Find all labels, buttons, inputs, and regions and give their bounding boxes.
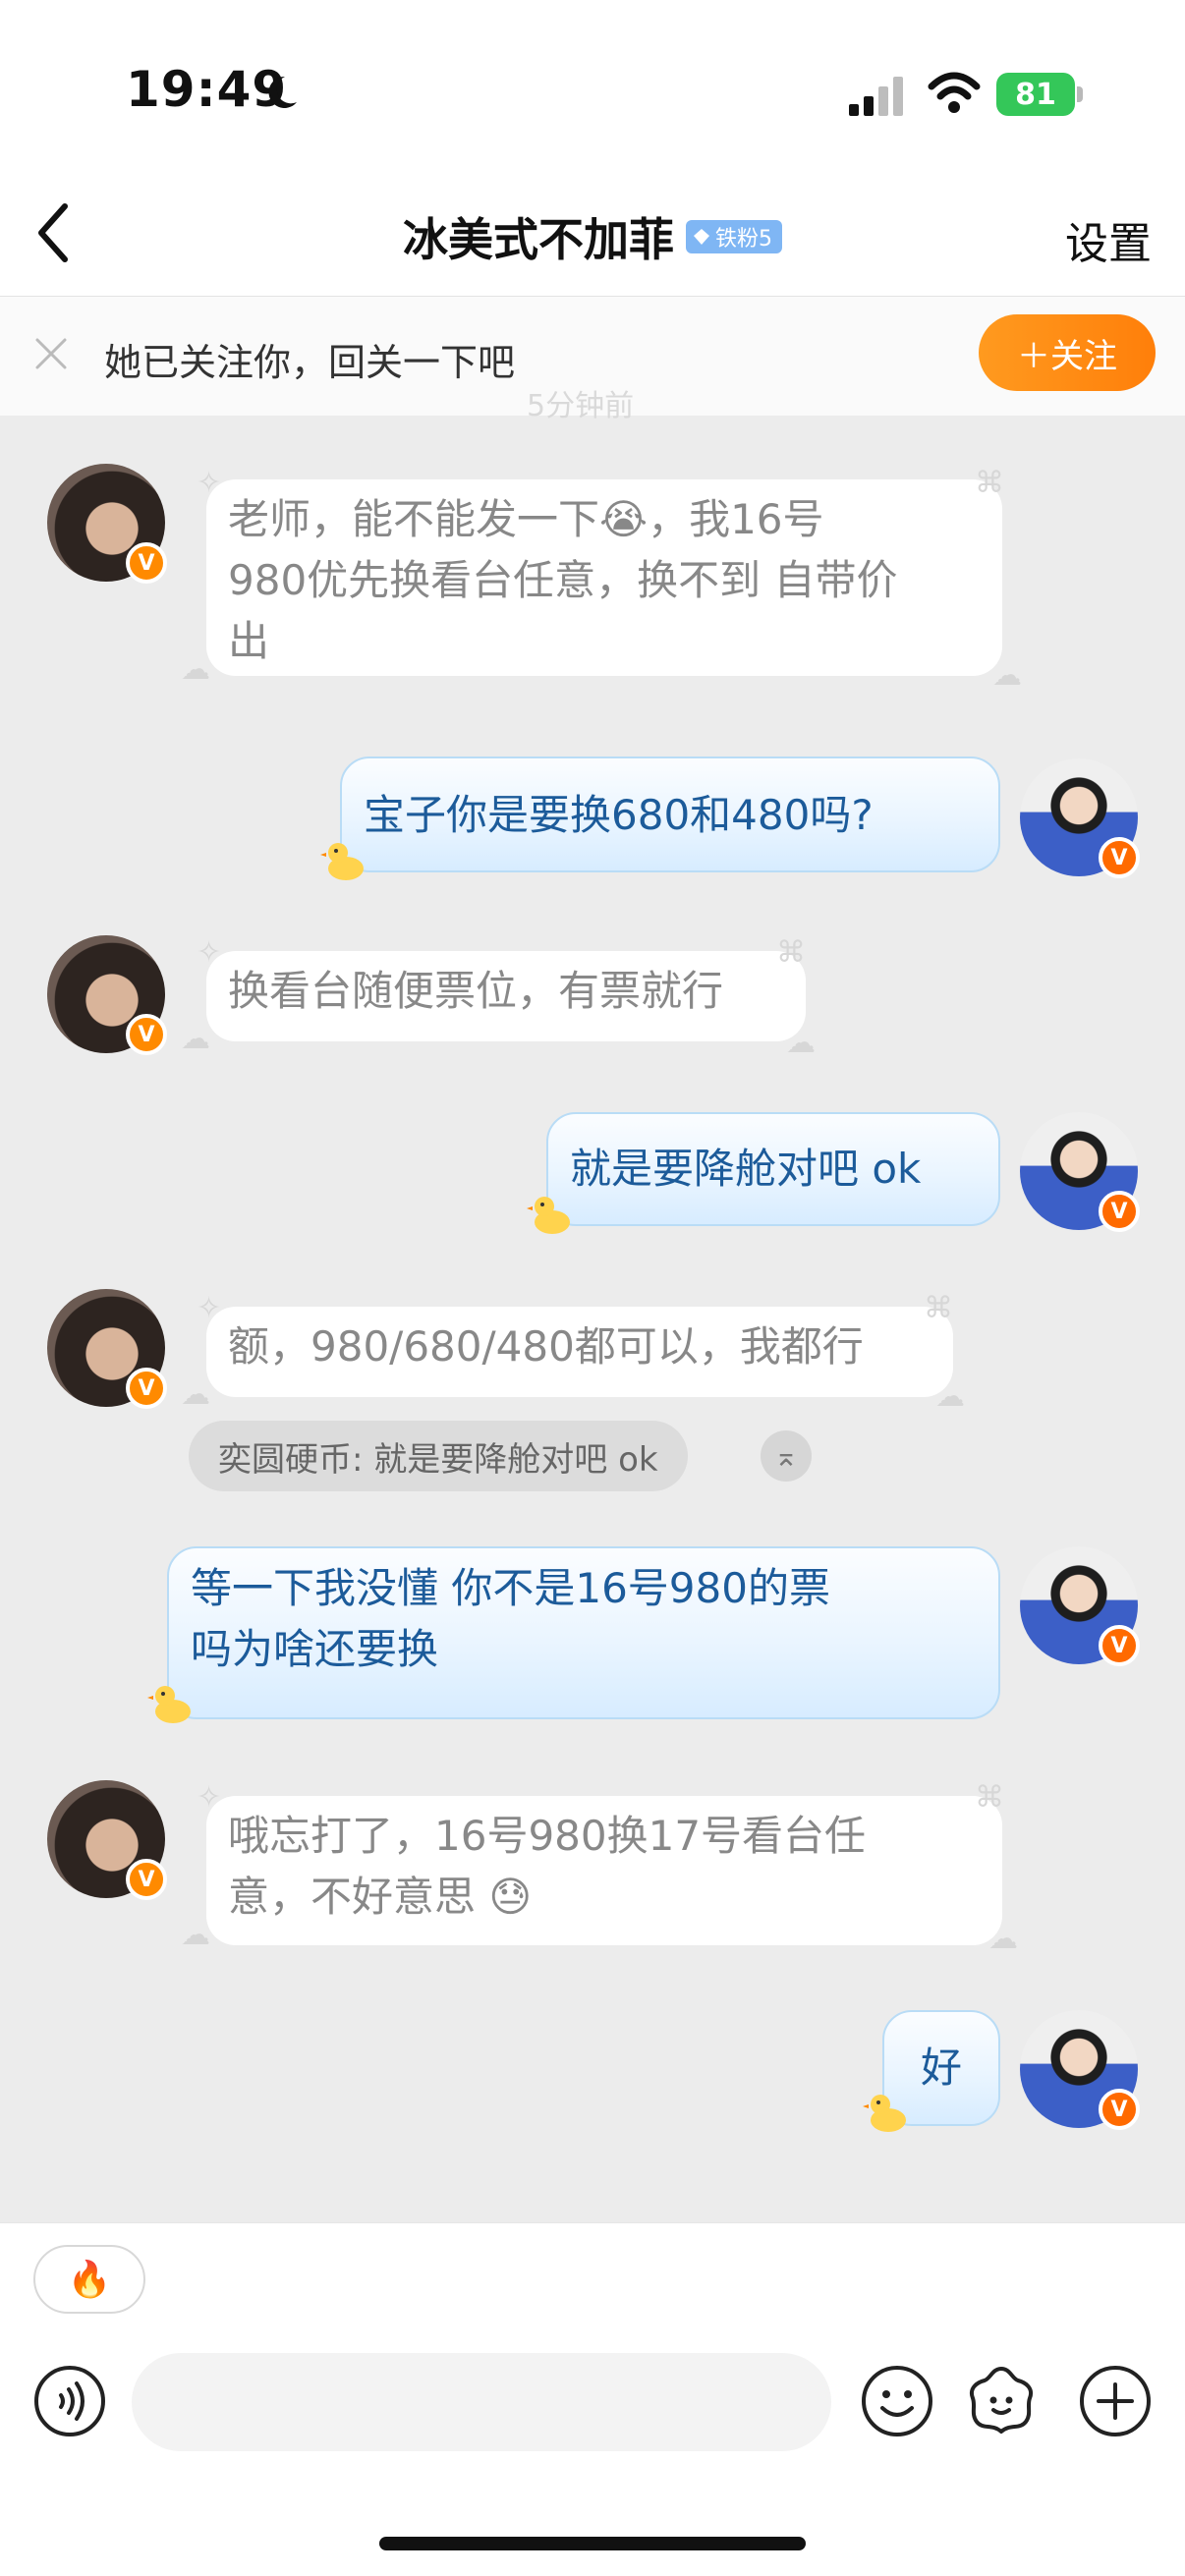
quoted-message[interactable]: 奕圆硬币: 就是要降舱对吧 ok [189,1421,688,1491]
ribbon-icon: ⌘ [975,1780,1004,1815]
settings-button[interactable]: 设置 [1065,208,1152,271]
cloud-icon: ☁ [786,1026,816,1060]
contact-avatar[interactable]: V [47,464,167,584]
message-composer: 🔥 [0,2222,1185,2576]
cloud-icon: ☁ [181,1022,210,1056]
verified-badge: V [126,1014,167,1055]
message-bubble-received[interactable]: 哦忘打了，16号980换17号看台任 意，不好意思 😓 [206,1796,1002,1945]
message-bubble-received[interactable]: 老师，能不能发一下😭，我16号 980优先换看台任意，换不到 自带价 出 [206,479,1002,676]
fan-level-badge: 铁粉5 [686,220,782,253]
close-icon[interactable] [31,334,71,373]
voice-input-icon[interactable] [31,2363,108,2439]
verified-badge: V [1099,1191,1140,1232]
sparkle-icon: ✧ [197,1780,222,1815]
ribbon-icon: ⌘ [975,466,1004,500]
my-avatar[interactable]: V [1020,2010,1140,2130]
add-icon[interactable] [1077,2363,1154,2439]
verified-badge: V [126,542,167,584]
contact-avatar[interactable]: V [47,1780,167,1900]
cloud-icon: ☁ [988,1922,1018,1956]
my-avatar[interactable]: V [1020,758,1140,878]
verified-badge: V [126,1859,167,1900]
cloud-icon: ☁ [181,1918,210,1952]
message-input[interactable] [132,2353,831,2451]
wifi-icon [928,72,981,113]
diamond-icon [694,229,709,245]
cloud-icon: ☁ [181,1377,210,1412]
fire-reaction-chip[interactable]: 🔥 [33,2245,145,2314]
home-indicator[interactable] [379,2537,806,2550]
duck-icon [320,843,364,880]
message-line: 980优先换看台任意，换不到 自带价 [228,556,898,604]
message-line: 额，980/680/480都可以，我都行 [228,1322,864,1371]
message-bubble-sent[interactable]: 等一下我没懂 你不是16号980的票 吗为啥还要换 [167,1546,1000,1719]
message-line: 宝子你是要换680和480吗? [364,791,874,839]
sparkle-icon: ✧ [197,935,222,970]
message-bubble-received[interactable]: 额，980/680/480都可以，我都行 [206,1307,953,1397]
sticker-icon[interactable] [963,2363,1040,2439]
message-line: 哦忘打了，16号980换17号看台任 [228,1812,867,1860]
fan-level-label: 铁粉5 [715,227,772,252]
verified-badge: V [1099,837,1140,878]
signal-icon [849,77,903,116]
moon-icon [268,76,297,108]
emoji-icon[interactable] [859,2363,935,2439]
message-bubble-received[interactable]: 换看台随便票位，有票就行 [206,951,806,1041]
status-bar: 19:49 81 [0,0,1185,177]
contact-avatar[interactable]: V [47,935,167,1055]
chat-title[interactable]: 冰美式不加菲 [403,204,674,269]
my-avatar[interactable]: V [1020,1112,1140,1232]
battery-indicator: 81 [996,73,1083,116]
message-line: 出 [228,617,270,665]
message-line: 等一下我没懂 你不是16号980的票 [191,1564,830,1612]
contact-avatar[interactable]: V [47,1289,167,1409]
cloud-icon: ☁ [181,652,210,687]
follow-back-button[interactable]: ＋关注 [979,314,1156,391]
message-line: 换看台随便票位，有票就行 [228,967,724,1015]
message-line: 老师，能不能发一下😭，我16号 [228,495,824,543]
status-time: 19:49 [126,61,288,118]
my-avatar[interactable]: V [1020,1546,1140,1666]
message-bubble-sent[interactable]: 就是要降舱对吧 ok [546,1112,1000,1226]
ribbon-icon: ⌘ [924,1291,953,1325]
message-time-hint: 5分钟前 [527,389,635,423]
duck-icon [863,2095,906,2132]
duck-icon [527,1197,570,1234]
battery-nub [1077,86,1083,102]
cloud-icon: ☁ [992,658,1022,693]
duck-icon [147,1686,191,1723]
follow-back-text: 她已关注你，回关一下吧 [104,341,516,384]
message-bubble-sent[interactable]: 宝子你是要换680和480吗? [340,756,1000,872]
sparkle-icon: ✧ [197,466,222,500]
message-line: 吗为啥还要换 [191,1625,439,1673]
ribbon-icon: ⌘ [776,935,806,970]
chat-header: 冰美式不加菲 铁粉5 设置 [0,177,1185,297]
verified-badge: V [1099,2089,1140,2130]
verified-badge: V [1099,1625,1140,1666]
cloud-icon: ☁ [935,1379,965,1414]
jump-to-quote-icon[interactable]: ⌅ [761,1430,812,1482]
sparkle-icon: ✧ [197,1291,222,1325]
message-line: 就是要降舱对吧 ok [570,1145,922,1193]
back-icon[interactable] [29,198,79,267]
message-line: 意，不好意思 😓 [228,1873,533,1921]
verified-badge: V [126,1368,167,1409]
battery-level: 81 [996,73,1075,116]
